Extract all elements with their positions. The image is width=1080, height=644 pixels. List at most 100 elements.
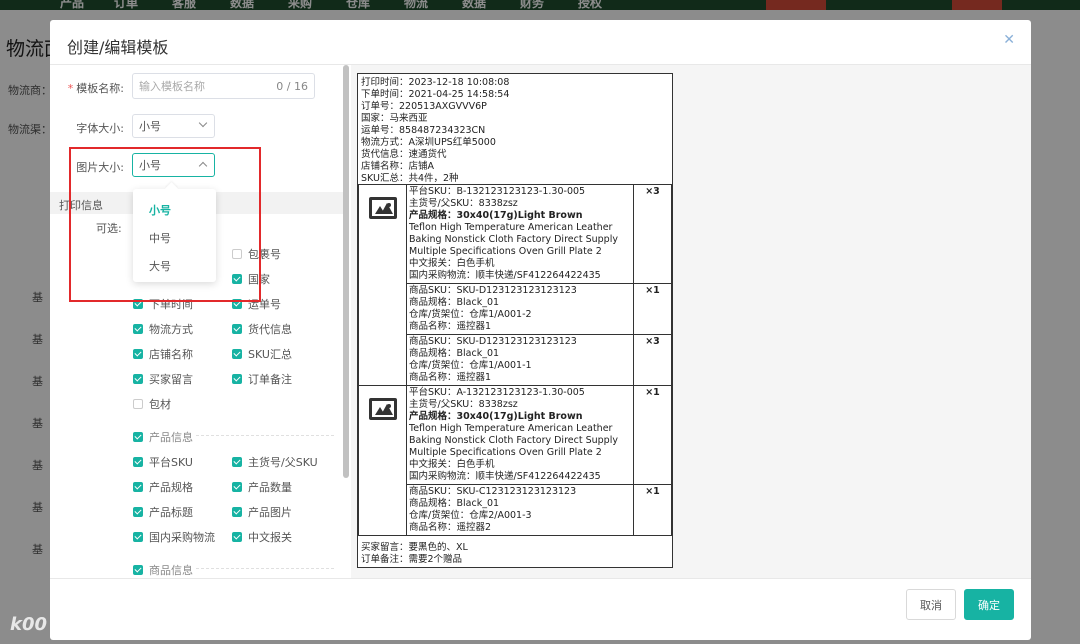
checkbox-label: 买家留言 [149, 373, 193, 386]
checkbox-product-image[interactable]: 产品图片 [232, 504, 292, 520]
close-icon[interactable]: ✕ [1003, 32, 1015, 48]
checkbox-label: 国内采购物流 [149, 531, 215, 544]
preview-line: 店铺名称：店铺A [361, 161, 434, 172]
checkbox-order-note[interactable]: 订单备注 [232, 371, 292, 387]
preview-line: 商品名称：遥控器2 [409, 522, 492, 533]
checkbox-product-group[interactable]: 产品信息 [133, 429, 193, 445]
preview-line: 物流方式：A深圳UPS红单5000 [361, 137, 496, 148]
checkbox-icon [133, 507, 143, 517]
checkbox-label: 货代信息 [248, 323, 292, 336]
checkbox-product-spec[interactable]: 产品规格 [133, 479, 193, 495]
preview-line: 产品规格：30x40(17g)Light Brown [409, 210, 583, 221]
preview-line: 商品规格：Black_01 [409, 348, 500, 359]
qty-cell: ×1 [633, 283, 672, 335]
preview-line: 商品SKU：SKU-D123123123123123 [409, 336, 577, 347]
qty-cell: ×1 [633, 385, 672, 485]
cancel-button[interactable]: 取消 [906, 589, 956, 620]
checkbox-sku-summary[interactable]: SKU汇总 [232, 346, 292, 362]
preview-line: 商品规格：Black_01 [409, 297, 500, 308]
product-info-cell: 平台SKU：A-132123123123-1.30-005 主货号/父SKU：8… [406, 385, 634, 485]
preview-line: Multiple Specifications Oven Grill Plate… [409, 246, 602, 257]
confirm-button[interactable]: 确定 [964, 589, 1014, 620]
preview-line: 运单号：858487234323CN [361, 125, 486, 136]
template-modal: 创建/编辑模板 ✕ * 模板名称: 输入模板名称 0 / 16 字体大小: 小号 … [50, 20, 1031, 640]
checkbox-label: 包材 [149, 398, 171, 411]
product-image-cell [358, 385, 407, 536]
checkbox-icon [133, 432, 143, 442]
checkbox-store-name[interactable]: 店铺名称 [133, 346, 193, 362]
checkbox-icon [232, 507, 242, 517]
preview-line: 订单号：220513AXGVVV6P [361, 101, 487, 112]
preview-line: 产品规格：30x40(17g)Light Brown [409, 411, 583, 422]
checkbox-label: 商品信息 [149, 564, 193, 577]
preview-line: 平台SKU：A-132123123123-1.30-005 [409, 387, 585, 398]
preview-line: 国内采购物流：顺丰快递/SF412264422435 [409, 471, 601, 482]
checkbox-icon [133, 374, 143, 384]
preview-line: 中文报关：白色手机 [409, 258, 495, 269]
checkbox-icon [232, 457, 242, 467]
char-counter: 0 / 16 [276, 79, 308, 93]
checkbox-buyer-message[interactable]: 买家留言 [133, 371, 193, 387]
checkbox-icon [232, 324, 242, 334]
watermark: k00 大数跨境 [10, 610, 133, 639]
checkbox-icon [232, 532, 242, 542]
checkbox-label: 主货号/父SKU [248, 456, 318, 469]
preview-table: 平台SKU：B-132123123123-1.30-005 主货号/父SKU：8… [358, 184, 672, 536]
chevron-down-icon [198, 118, 208, 128]
preview-line: 仓库/货架位：仓库2/A001-3 [409, 510, 532, 521]
preview-line: 平台SKU：B-132123123123-1.30-005 [409, 186, 586, 197]
checkbox-icon [232, 482, 242, 492]
preview-line: 买家留言：要黑色的、XL [361, 542, 468, 553]
preview-line: 主货号/父SKU：8338zsz [409, 198, 518, 209]
checkbox-icon [232, 349, 242, 359]
checkbox-icon [133, 565, 143, 575]
font-size-select[interactable]: 小号 [132, 114, 215, 138]
checkbox-label: 订单备注 [248, 373, 292, 386]
goods-info-cell: 商品SKU：SKU-D123123123123123 商品规格：Black_01… [406, 283, 634, 335]
preview-line: Baking Nonstick Cloth Factory Direct Sup… [409, 435, 618, 446]
preview-line: 订单备注：需要2个赠品 [361, 554, 463, 565]
checkbox-label: 产品规格 [149, 481, 193, 494]
checkbox-icon [133, 532, 143, 542]
modal-title: 创建/编辑模板 [67, 38, 169, 57]
watermark-logo: k00 [10, 614, 48, 635]
checkbox-customs-cn[interactable]: 中文报关 [232, 529, 292, 545]
preview-line: 下单时间：2021-04-25 14:58:54 [361, 89, 510, 100]
select-value: 小号 [139, 120, 161, 133]
label-text: 模板名称: [76, 82, 124, 95]
preview-footer: 买家留言：要黑色的、XL 订单备注：需要2个赠品 [361, 542, 468, 566]
checkbox-label: 产品图片 [248, 506, 292, 519]
qty-cell: ×3 [633, 334, 672, 386]
preview-line: 商品SKU：SKU-D123123123123123 [409, 285, 577, 296]
divider [196, 435, 334, 436]
goods-info-cell: 商品SKU：SKU-D123123123123123 商品规格：Black_01… [406, 334, 634, 386]
left-panel-scrollbar[interactable] [343, 65, 349, 478]
checkbox-domestic-logistics[interactable]: 国内采购物流 [133, 529, 215, 545]
product-info-cell: 平台SKU：B-132123123123-1.30-005 主货号/父SKU：8… [406, 184, 634, 284]
preview-line: 中文报关：白色手机 [409, 459, 495, 470]
checkbox-icon [232, 374, 242, 384]
preview-line: 商品名称：遥控器1 [409, 372, 492, 383]
preview-line: 商品SKU：SKU-C123123123123123 [409, 486, 577, 497]
qty-cell: ×3 [633, 184, 672, 284]
image-icon [368, 197, 397, 219]
divider [196, 568, 334, 569]
checkbox-label: 物流方式 [149, 323, 193, 336]
preview-line: 商品规格：Black_01 [409, 498, 500, 509]
checkbox-icon [133, 324, 143, 334]
checkbox-packaging[interactable]: 包材 [133, 396, 171, 412]
template-name-input[interactable]: 输入模板名称 0 / 16 [132, 73, 315, 99]
preview-line: Teflon High Temperature American Leather [409, 423, 613, 434]
checkbox-forwarder[interactable]: 货代信息 [232, 321, 292, 337]
checkbox-label: 店铺名称 [149, 348, 193, 361]
image-icon [368, 398, 397, 420]
checkbox-product-title[interactable]: 产品标题 [133, 504, 193, 520]
checkbox-goods-group[interactable]: 商品信息 [133, 562, 193, 578]
checkbox-parent-sku[interactable]: 主货号/父SKU [232, 454, 318, 470]
table-row: 平台SKU：A-132123123123-1.30-005 主货号/父SKU：8… [358, 385, 672, 536]
checkbox-label: 产品数量 [248, 481, 292, 494]
checkbox-platform-sku[interactable]: 平台SKU [133, 454, 193, 470]
checkbox-product-qty[interactable]: 产品数量 [232, 479, 292, 495]
checkbox-logistics[interactable]: 物流方式 [133, 321, 193, 337]
divider [50, 578, 1031, 579]
